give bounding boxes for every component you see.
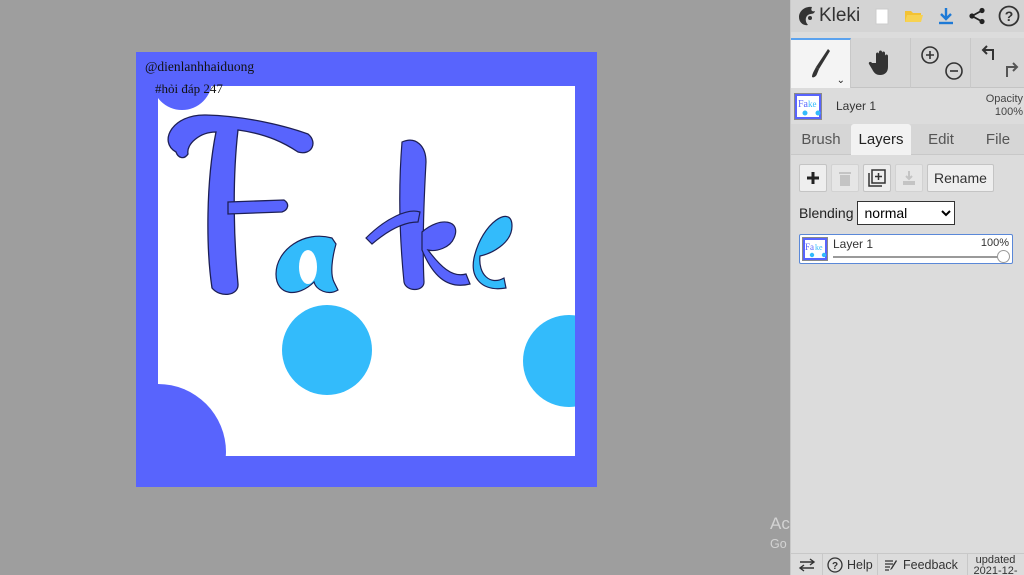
swap-icon [798, 557, 815, 572]
kleki-logo-icon [799, 6, 815, 26]
zoom-in-icon [921, 46, 939, 64]
side-panel: Kleki ? ⌄ Fa ke Layer 1 Opacity 100% Bru… [790, 0, 1024, 575]
question-circle-icon: ? [827, 556, 843, 573]
layer-actions: Rename [799, 164, 994, 192]
undo-icon [981, 45, 994, 60]
tab-file[interactable]: File [971, 124, 1024, 155]
download-icon [938, 8, 953, 25]
share-icon [969, 7, 985, 25]
tool-row: ⌄ [791, 38, 1024, 88]
kleki-logo[interactable]: Kleki [791, 0, 866, 32]
layer-list-thumbnail: Fa ke [802, 237, 828, 261]
feedback-link[interactable]: Feedback [878, 554, 967, 575]
svg-text:Fa: Fa [805, 242, 814, 252]
canvas-workspace[interactable]: @dienlanhhaiduong #hỏi đáp 247 [0, 0, 790, 575]
trash-icon [839, 172, 851, 186]
open-file-button[interactable] [898, 0, 930, 32]
brush-icon [811, 49, 830, 78]
add-layer-button[interactable] [799, 164, 827, 192]
help-icon: ? [998, 5, 1020, 27]
svg-text:Fa: Fa [798, 99, 809, 110]
svg-text:?: ? [832, 561, 838, 572]
artwork-drawing [136, 52, 597, 487]
new-file-icon [875, 8, 889, 24]
redo-icon [1006, 62, 1019, 77]
layer-opacity-readout[interactable]: Opacity 100% [986, 93, 1023, 119]
hand-tool[interactable] [851, 38, 911, 88]
updated-info[interactable]: updated 2021-12-23 [967, 553, 1023, 575]
top-bar: Kleki ? [791, 0, 1024, 32]
current-layer-info: Fa ke Layer 1 Opacity 100% [791, 89, 1024, 123]
svg-text:ke: ke [815, 243, 823, 252]
merge-down-icon [903, 171, 915, 185]
help-label: Help [847, 557, 873, 572]
zoom-out-icon [945, 62, 963, 80]
canvas-text-tag-1: @dienlanhhaiduong [145, 59, 255, 74]
share-button[interactable] [962, 0, 994, 32]
hand-icon [868, 50, 888, 75]
current-layer-name: Layer 1 [836, 99, 877, 113]
delete-layer-button[interactable] [831, 164, 859, 192]
duplicate-icon [868, 169, 886, 187]
canvas-text-tag-2: #hỏi đáp 247 [155, 81, 223, 96]
brush-tool[interactable]: ⌄ [791, 38, 851, 88]
zoom-tool[interactable] [911, 38, 971, 88]
bottom-bar: ? Help Feedback updated 2021-12-23 [791, 553, 1024, 575]
folder-icon [904, 11, 923, 22]
layer-opacity-slider-handle[interactable] [997, 250, 1010, 263]
opacity-label: Opacity [985, 93, 1023, 105]
download-button[interactable] [930, 0, 962, 32]
tab-edit[interactable]: Edit [911, 124, 971, 155]
merge-down-button[interactable] [895, 164, 923, 192]
help-button[interactable]: ? [993, 0, 1024, 32]
blending-row: Blending normal [799, 201, 955, 225]
opacity-value: 100% [994, 106, 1023, 118]
plus-icon [807, 172, 819, 184]
layer-opacity-track[interactable] [833, 256, 1007, 258]
layer-thumbnail: Fa ke [794, 92, 822, 120]
panel-tabs: Brush Layers Edit File [791, 124, 1024, 155]
drawing-canvas[interactable]: @dienlanhhaiduong #hỏi đáp 247 [136, 52, 597, 487]
undo-redo-tool[interactable] [971, 38, 1024, 88]
rename-layer-button[interactable]: Rename [927, 164, 994, 192]
updated-label: updated [975, 553, 1016, 566]
blending-label: Blending [799, 205, 854, 221]
duplicate-layer-button[interactable] [863, 164, 891, 192]
layer-list-name: Layer 1 [833, 237, 874, 251]
help-link[interactable]: ? Help [823, 553, 878, 575]
app-name: Kleki [819, 5, 861, 26]
new-image-button[interactable] [866, 0, 898, 32]
chevron-down-icon[interactable]: ⌄ [837, 75, 845, 86]
swap-sides-button[interactable] [791, 553, 823, 575]
svg-text:?: ? [1005, 8, 1014, 24]
layer-list-item[interactable]: Fa ke Layer 1 100% [799, 234, 1013, 264]
tab-brush[interactable]: Brush [791, 124, 851, 155]
tab-layers[interactable]: Layers [851, 124, 911, 155]
feedback-label: Feedback [903, 557, 958, 572]
updated-date: 2021-12-23 [973, 564, 1018, 575]
svg-text:ke: ke [808, 99, 817, 109]
feedback-icon [885, 559, 897, 571]
layer-list-opacity: 100% [980, 237, 1009, 249]
blending-mode-select[interactable]: normal [856, 201, 955, 225]
